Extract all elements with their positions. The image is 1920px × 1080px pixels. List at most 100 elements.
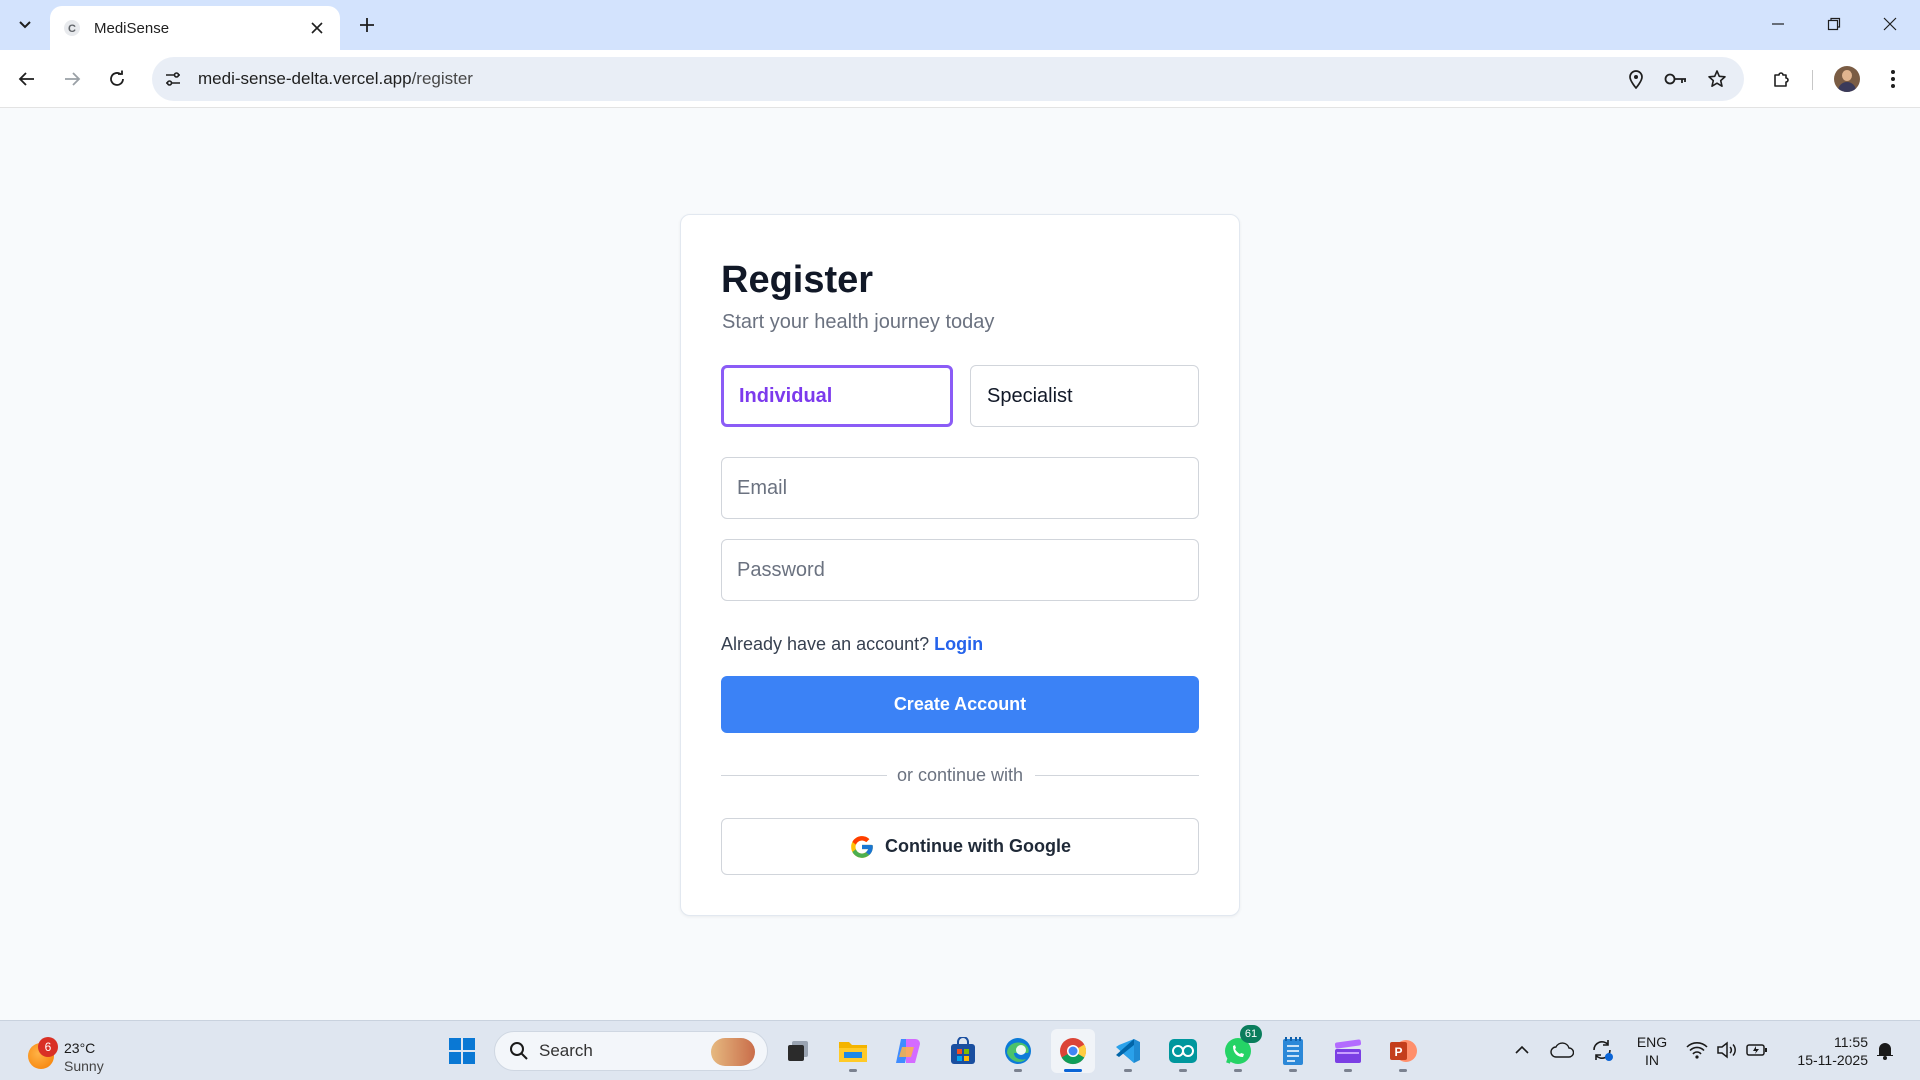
folder-icon	[839, 1042, 867, 1062]
tune-icon	[166, 72, 180, 86]
weather-widget[interactable]: 6 23°C Sunny	[24, 1031, 124, 1074]
taskbar-app-edge[interactable]	[996, 1029, 1040, 1073]
role-specialist-button[interactable]: Specialist	[970, 365, 1199, 427]
minimize-button[interactable]	[1750, 0, 1806, 48]
task-view-button[interactable]	[776, 1029, 820, 1073]
login-link[interactable]: Login	[934, 634, 983, 654]
svg-text:P: P	[1394, 1045, 1402, 1059]
forward-button[interactable]	[55, 62, 89, 96]
running-indicator	[849, 1069, 857, 1072]
taskbar-app-whatsapp[interactable]: 61	[1216, 1025, 1262, 1073]
input-language[interactable]: ENG IN	[1632, 1033, 1672, 1069]
taskbar-app-clipchamp[interactable]	[1326, 1029, 1370, 1073]
running-indicator	[1064, 1069, 1082, 1072]
bookmark-button[interactable]	[1701, 63, 1733, 95]
avatar	[1834, 66, 1860, 92]
notifications-button[interactable]	[1872, 1037, 1898, 1063]
onedrive-button[interactable]	[1549, 1037, 1575, 1063]
taskbar-app-store[interactable]	[941, 1029, 985, 1073]
taskbar-app-chrome[interactable]	[1051, 1029, 1095, 1073]
minimize-icon	[1772, 23, 1784, 25]
url-host: medi-sense-delta.vercel.app	[198, 69, 412, 88]
tab-close-button[interactable]	[306, 17, 328, 39]
google-signin-button[interactable]: Continue with Google	[721, 818, 1199, 875]
clock[interactable]: 11:55 15-11-2025	[1784, 1033, 1868, 1069]
vscode-icon	[1116, 1039, 1140, 1063]
back-button[interactable]	[10, 62, 44, 96]
password-key-button[interactable]	[1660, 63, 1692, 95]
running-indicator	[1014, 1069, 1022, 1072]
running-indicator	[1344, 1069, 1352, 1072]
role-individual-button[interactable]: Individual	[721, 365, 953, 427]
favicon-icon: C	[62, 18, 82, 38]
star-icon	[1708, 70, 1726, 87]
google-button-label: Continue with Google	[885, 836, 1071, 856]
wifi-button[interactable]	[1684, 1037, 1710, 1063]
toolbar-separator	[1812, 70, 1813, 90]
more-vert-icon	[1891, 70, 1895, 88]
running-indicator	[1179, 1069, 1187, 1072]
taskbar-app-copilot[interactable]	[886, 1029, 930, 1073]
svg-text:C: C	[68, 23, 76, 35]
tab-search-button[interactable]	[10, 10, 40, 40]
plus-icon	[360, 18, 374, 32]
weather-condition: Sunny	[64, 1058, 104, 1074]
taskbar-app-notepad[interactable]	[1271, 1029, 1315, 1073]
taskbar-search[interactable]: Search	[494, 1031, 768, 1071]
task-view-icon	[788, 1041, 808, 1061]
running-indicator	[1124, 1069, 1132, 1072]
profile-button[interactable]	[1830, 62, 1864, 96]
chevron-up-icon	[1515, 1045, 1529, 1054]
taskbar-app-file-explorer[interactable]	[831, 1029, 875, 1073]
taskbar: 6 23°C Sunny Search 61 P ENG IN 11:55 15…	[0, 1020, 1920, 1080]
new-tab-button[interactable]	[352, 10, 382, 40]
google-logo-icon	[851, 835, 873, 858]
reload-button[interactable]	[100, 62, 134, 96]
close-icon	[311, 22, 323, 34]
clock-date: 15-11-2025	[1797, 1052, 1868, 1068]
puzzle-icon	[1774, 72, 1789, 87]
address-bar[interactable]: medi-sense-delta.vercel.app/register	[152, 57, 1744, 101]
login-prompt: Already have an account? Login	[721, 634, 983, 655]
bell-icon	[1877, 1041, 1895, 1060]
battery-button[interactable]	[1744, 1037, 1770, 1063]
store-icon	[951, 1037, 975, 1064]
volume-button[interactable]	[1714, 1037, 1740, 1063]
battery-charging-icon	[1746, 1044, 1767, 1056]
taskbar-app-powerpoint[interactable]: P	[1381, 1029, 1425, 1073]
restore-button[interactable]	[1806, 0, 1862, 48]
search-label: Search	[539, 1041, 593, 1060]
sync-icon	[1593, 1040, 1613, 1061]
email-field[interactable]	[721, 457, 1199, 519]
search-highlight-image	[711, 1038, 755, 1066]
create-account-button[interactable]: Create Account	[721, 676, 1199, 733]
chevron-down-icon	[19, 21, 31, 29]
show-hidden-icons-button[interactable]	[1509, 1037, 1535, 1063]
start-button[interactable]	[440, 1029, 484, 1073]
close-window-button[interactable]	[1862, 0, 1918, 48]
taskbar-app-vscode[interactable]	[1106, 1029, 1150, 1073]
cloud-icon	[1550, 1042, 1574, 1058]
extensions-button[interactable]	[1765, 62, 1799, 96]
browser-menu-button[interactable]	[1876, 62, 1910, 96]
page-title: Register	[721, 259, 874, 301]
sync-button[interactable]	[1589, 1037, 1615, 1063]
tab-strip: C MediSense	[0, 0, 1920, 50]
windows-logo-icon	[449, 1038, 475, 1064]
site-info-button[interactable]	[156, 62, 190, 96]
restore-icon	[1827, 17, 1841, 31]
search-icon	[510, 1042, 528, 1060]
arrow-left-icon	[18, 72, 34, 86]
password-field[interactable]	[721, 539, 1199, 601]
tab-title: MediSense	[94, 19, 170, 37]
running-indicator	[1289, 1069, 1297, 1072]
wifi-icon	[1686, 1042, 1708, 1059]
notepad-icon	[1283, 1037, 1303, 1065]
browser-tab[interactable]: C MediSense	[50, 6, 340, 50]
browser-toolbar: medi-sense-delta.vercel.app/register	[0, 50, 1920, 108]
speaker-icon	[1717, 1041, 1736, 1059]
location-button[interactable]	[1620, 63, 1652, 95]
taskbar-app-arduino[interactable]	[1161, 1029, 1205, 1073]
url-text: medi-sense-delta.vercel.app/register	[198, 69, 473, 89]
clock-time: 11:55	[1834, 1034, 1868, 1050]
